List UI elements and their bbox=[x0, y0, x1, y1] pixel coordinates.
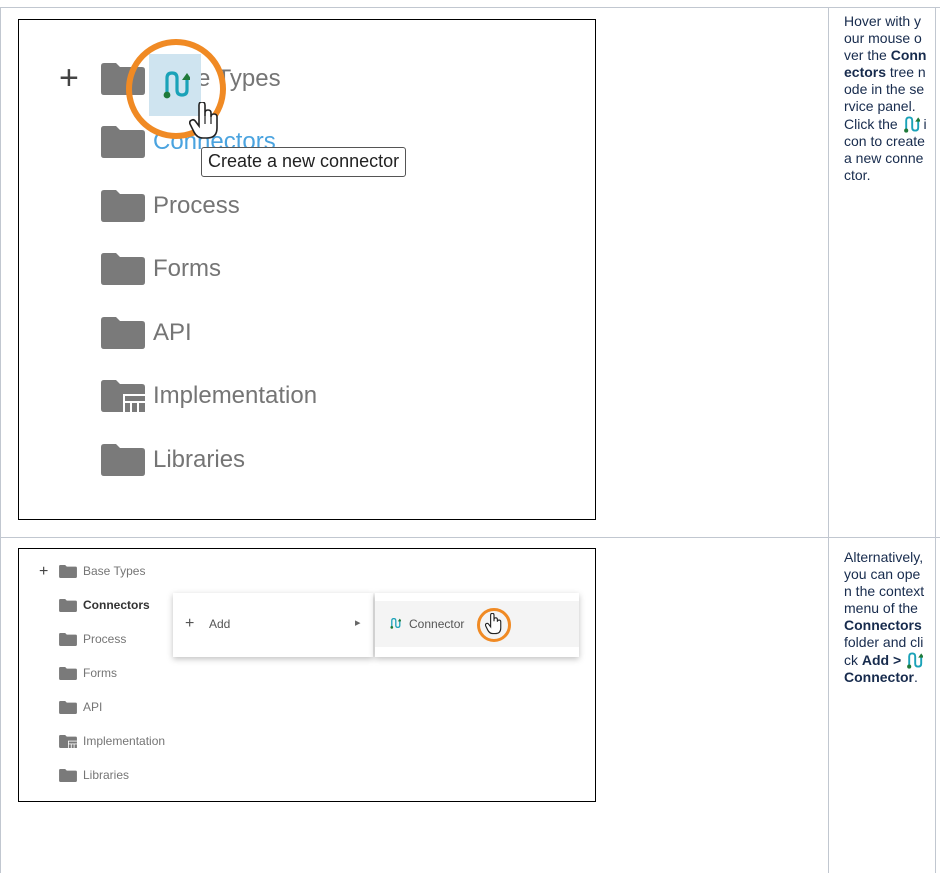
table-border-left bbox=[0, 7, 1, 873]
folder-icon bbox=[101, 444, 145, 476]
description-bold: Add > bbox=[861, 652, 906, 668]
submenu-arrow-icon: ▸ bbox=[355, 617, 361, 629]
folder-icon bbox=[59, 667, 77, 680]
tree-item-label[interactable]: Libraries bbox=[83, 768, 129, 782]
row2-description: Alternatively, you can open the context … bbox=[844, 549, 928, 686]
description-text: . bbox=[914, 669, 918, 685]
description-bold: Connector bbox=[844, 669, 914, 685]
tree-expand-icon[interactable]: + bbox=[59, 58, 79, 98]
implementation-folder-icon bbox=[59, 735, 77, 748]
row1-description: Hover with your mouse over the Connector… bbox=[844, 13, 928, 184]
menu-item-label: Add bbox=[209, 617, 231, 631]
table-border-right bbox=[935, 7, 936, 873]
tree-item-label[interactable]: API bbox=[83, 700, 102, 714]
row2-screenshot: + Base Types Connectors Process Forms AP… bbox=[18, 548, 596, 802]
folder-icon bbox=[101, 126, 145, 158]
folder-icon bbox=[101, 317, 145, 349]
connector-icon bbox=[390, 617, 401, 629]
connector-icon bbox=[903, 116, 920, 133]
connector-icon bbox=[907, 652, 924, 669]
table-border-middle bbox=[0, 537, 940, 538]
table-border-top bbox=[0, 7, 940, 8]
table-column-divider bbox=[828, 7, 829, 873]
tree-item-label[interactable]: Forms bbox=[153, 254, 221, 284]
tree-item-label[interactable]: Base Types bbox=[83, 564, 145, 578]
description-bold: Connectors bbox=[844, 617, 922, 633]
tree-item-label[interactable]: Implementation bbox=[153, 381, 317, 411]
folder-icon bbox=[101, 190, 145, 222]
description-text: Alternatively, you can open the context … bbox=[844, 549, 925, 616]
tree-item-label[interactable]: Implementation bbox=[83, 734, 165, 748]
folder-icon bbox=[59, 769, 77, 782]
hand-pointer-icon bbox=[485, 613, 502, 635]
tree-item-label[interactable]: Process bbox=[153, 191, 240, 221]
folder-icon bbox=[59, 565, 77, 578]
context-menu: + Add ▸ bbox=[173, 593, 373, 657]
menu-item-add[interactable]: + Add ▸ bbox=[173, 593, 373, 657]
folder-icon bbox=[59, 599, 77, 612]
tree-item-label[interactable]: Libraries bbox=[153, 445, 245, 475]
menu-item-label: Connector bbox=[409, 617, 465, 631]
folder-icon bbox=[59, 701, 77, 714]
documentation-table: + e Types Connectors Process Forms API I… bbox=[0, 0, 940, 873]
folder-icon bbox=[59, 633, 77, 646]
tooltip: Create a new connector bbox=[201, 147, 407, 177]
tree-item-label[interactable]: Connectors bbox=[83, 598, 150, 612]
hand-pointer-icon bbox=[189, 102, 218, 139]
tree-item-label[interactable]: API bbox=[153, 318, 192, 348]
tree-expand-icon[interactable]: + bbox=[39, 563, 48, 581]
row1-screenshot: + e Types Connectors Process Forms API I… bbox=[18, 19, 596, 520]
tree-item-label[interactable]: Process bbox=[83, 632, 126, 646]
implementation-folder-icon bbox=[101, 380, 145, 412]
tree-item-label[interactable]: Forms bbox=[83, 666, 117, 680]
folder-icon bbox=[101, 253, 145, 285]
add-icon: + bbox=[185, 615, 195, 632]
